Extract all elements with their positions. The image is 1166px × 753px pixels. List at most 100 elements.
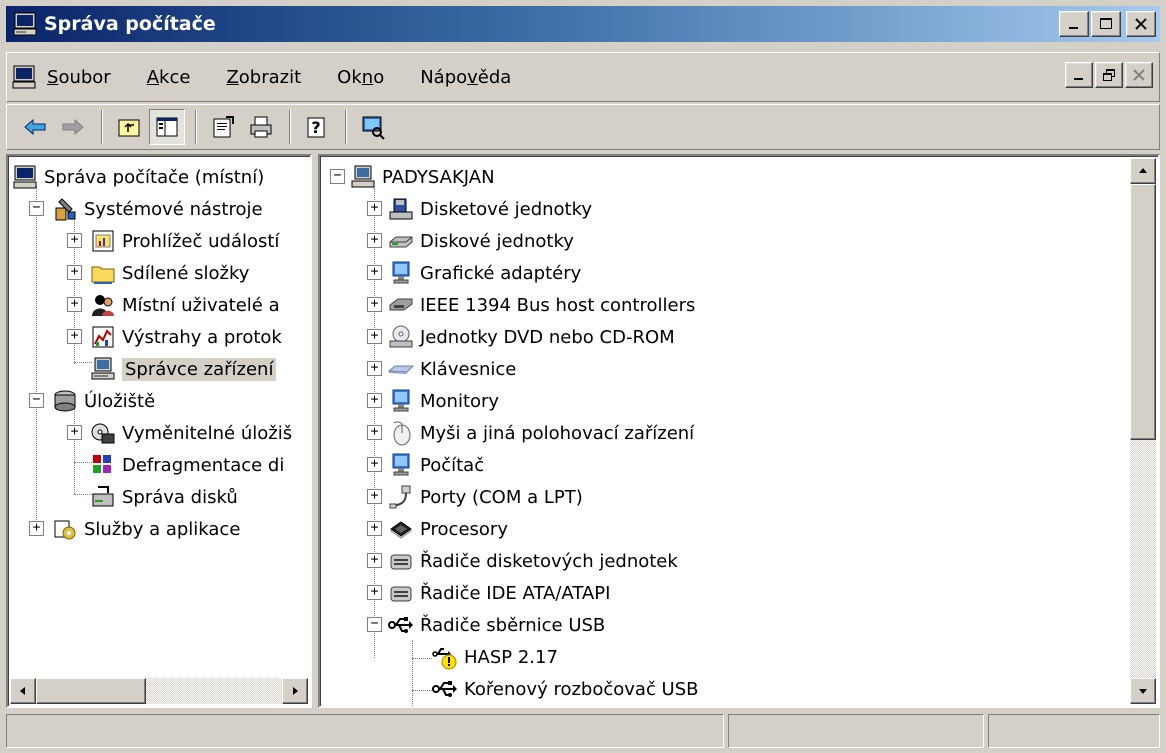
forward-button[interactable] xyxy=(55,109,91,145)
scroll-left-button[interactable] xyxy=(10,678,36,704)
tree-node-computer-management[interactable]: Správa počítače (místní) xyxy=(12,162,264,192)
tree-node-performance-alerts[interactable]: Výstrahy a protok xyxy=(90,322,282,352)
tree-label: Klávesnice xyxy=(420,358,517,380)
tree-node-processors[interactable]: Procesory xyxy=(388,514,508,544)
maximize-button[interactable] xyxy=(1091,11,1121,37)
tree-node-usb-controllers[interactable]: Řadiče sběrnice USB xyxy=(388,610,605,640)
arrow-left-icon xyxy=(20,687,25,695)
tree-node-computer-root[interactable]: PADYSAKJAN xyxy=(350,162,495,192)
tree-node-floppy-drives[interactable]: Disketové jednotky xyxy=(388,194,592,224)
expand-toggle[interactable]: + xyxy=(367,233,382,248)
tree-node-usb-root-hub[interactable]: Kořenový rozbočovač USB xyxy=(432,674,699,704)
tree-node-monitors[interactable]: Monitory xyxy=(388,386,499,416)
computer-icon[interactable] xyxy=(11,64,37,90)
disk-management-icon xyxy=(92,486,114,507)
menu-zobrazit[interactable]: Zobrazit xyxy=(226,67,301,88)
close-button[interactable] xyxy=(1126,11,1156,37)
tree-node-event-viewer[interactable]: Prohlížeč událostí xyxy=(90,226,279,256)
expand-toggle[interactable]: + xyxy=(367,297,382,312)
tree-node-ide-controllers[interactable]: Řadiče IDE ATA/ATAPI xyxy=(388,578,610,608)
up-one-level-button[interactable] xyxy=(111,109,147,145)
tree-node-mice[interactable]: Myši a jiná polohovací zařízení xyxy=(388,418,694,448)
expand-toggle[interactable]: + xyxy=(67,425,82,440)
help-button[interactable]: ? xyxy=(299,109,335,145)
mdi-close-button[interactable] xyxy=(1125,62,1153,88)
scroll-track[interactable] xyxy=(146,678,282,704)
expand-toggle[interactable]: + xyxy=(367,201,382,216)
tree-node-storage[interactable]: Úložiště xyxy=(52,386,155,416)
tree-node-disk-management[interactable]: Správa disků xyxy=(90,482,238,512)
tree-node-removable-storage[interactable]: Vyměnitelné úložiš xyxy=(90,418,292,448)
mdi-restore-button[interactable] xyxy=(1095,62,1123,88)
expand-toggle[interactable]: + xyxy=(67,297,82,312)
device-tree-pane[interactable]: − PADYSAKJAN + Disketové jednotky + Disk… xyxy=(318,154,1160,708)
tree-node-dvd-cdrom[interactable]: Jednotky DVD nebo CD-ROM xyxy=(388,322,675,352)
tree-node-keyboards[interactable]: Klávesnice xyxy=(388,354,516,384)
scroll-down-button[interactable] xyxy=(1130,678,1156,704)
expand-toggle[interactable]: + xyxy=(367,425,382,440)
tree-label: Správa disků xyxy=(122,486,238,508)
tree-node-device-manager[interactable]: Správce zařízení xyxy=(90,354,277,384)
scroll-thumb[interactable] xyxy=(1130,184,1156,440)
properties-button[interactable] xyxy=(205,109,241,145)
scroll-up-button[interactable] xyxy=(1130,158,1156,184)
tree-node-ieee1394[interactable]: IEEE 1394 Bus host controllers xyxy=(388,290,695,320)
tree-label: Defragmentace di xyxy=(122,454,285,476)
tree-node-shared-folders[interactable]: Sdílené složky xyxy=(90,258,249,288)
scan-hardware-button[interactable] xyxy=(355,109,391,145)
left-pane-horizontal-scrollbar[interactable] xyxy=(10,678,308,704)
minimize-button[interactable] xyxy=(1059,11,1089,37)
tree-node-ports[interactable]: Porty (COM a LPT) xyxy=(388,482,583,512)
tree-node-disk-drives[interactable]: Diskové jednotky xyxy=(388,226,574,256)
expand-toggle[interactable]: + xyxy=(367,393,382,408)
maximize-icon xyxy=(1100,18,1112,29)
tree-node-floppy-controllers[interactable]: Řadiče disketových jednotek xyxy=(388,546,678,576)
scroll-thumb[interactable] xyxy=(36,678,146,704)
tree-node-local-users[interactable]: Místní uživatelé a xyxy=(90,290,280,320)
usb-icon xyxy=(432,681,457,697)
scroll-track[interactable] xyxy=(1130,440,1156,678)
computer-management-icon xyxy=(13,12,37,36)
title-bar[interactable]: Správa počítače xyxy=(6,6,1160,42)
mdi-minimize-button[interactable] xyxy=(1065,62,1093,88)
expand-toggle[interactable]: + xyxy=(367,457,382,472)
expand-toggle[interactable]: + xyxy=(67,265,82,280)
right-pane-vertical-scrollbar[interactable] xyxy=(1130,158,1156,704)
tree-label: IEEE 1394 Bus host controllers xyxy=(420,294,696,316)
console-tree-pane[interactable]: Správa počítače (místní) − Systémové nás… xyxy=(6,154,312,708)
tree-node-hasp[interactable]: HASP 2.17 xyxy=(432,642,558,672)
collapse-toggle[interactable]: − xyxy=(367,617,382,632)
show-hide-tree-button[interactable] xyxy=(149,109,185,145)
tree-node-system-tools[interactable]: Systémové nástroje xyxy=(52,194,263,224)
print-button[interactable] xyxy=(243,109,279,145)
menu-soubor[interactable]: Soubor xyxy=(47,67,111,88)
expand-toggle[interactable]: + xyxy=(367,585,382,600)
expand-toggle[interactable]: + xyxy=(367,361,382,376)
tree-node-computer[interactable]: Počítač xyxy=(388,450,484,480)
tree-node-services-applications[interactable]: Služby a aplikace xyxy=(52,514,240,544)
close-icon xyxy=(1133,69,1145,81)
menu-akce[interactable]: Akce xyxy=(147,67,191,88)
expand-toggle[interactable]: + xyxy=(367,265,382,280)
collapse-toggle[interactable]: − xyxy=(330,169,345,184)
expand-toggle[interactable]: + xyxy=(29,521,44,536)
expand-toggle[interactable]: + xyxy=(367,521,382,536)
tree-label: Monitory xyxy=(420,390,500,412)
expand-toggle[interactable]: + xyxy=(67,233,82,248)
expand-toggle[interactable]: + xyxy=(367,553,382,568)
collapse-toggle[interactable]: − xyxy=(29,201,44,216)
scroll-right-button[interactable] xyxy=(282,678,308,704)
menu-napoveda[interactable]: Nápověda xyxy=(420,67,511,88)
tree-node-display-adapters[interactable]: Grafické adaptéry xyxy=(388,258,581,288)
storage-icon xyxy=(54,390,76,412)
expand-toggle[interactable]: + xyxy=(67,329,82,344)
expand-toggle[interactable]: + xyxy=(367,329,382,344)
back-button[interactable] xyxy=(17,109,53,145)
tree-label: Kořenový rozbočovač USB xyxy=(464,678,699,700)
back-arrow-icon xyxy=(24,118,46,136)
expand-toggle[interactable]: + xyxy=(367,489,382,504)
tree-node-defragmentation[interactable]: Defragmentace di xyxy=(90,450,284,480)
controller-icon xyxy=(390,586,412,602)
menu-okno[interactable]: Okno xyxy=(337,67,384,88)
collapse-toggle[interactable]: − xyxy=(29,393,44,408)
